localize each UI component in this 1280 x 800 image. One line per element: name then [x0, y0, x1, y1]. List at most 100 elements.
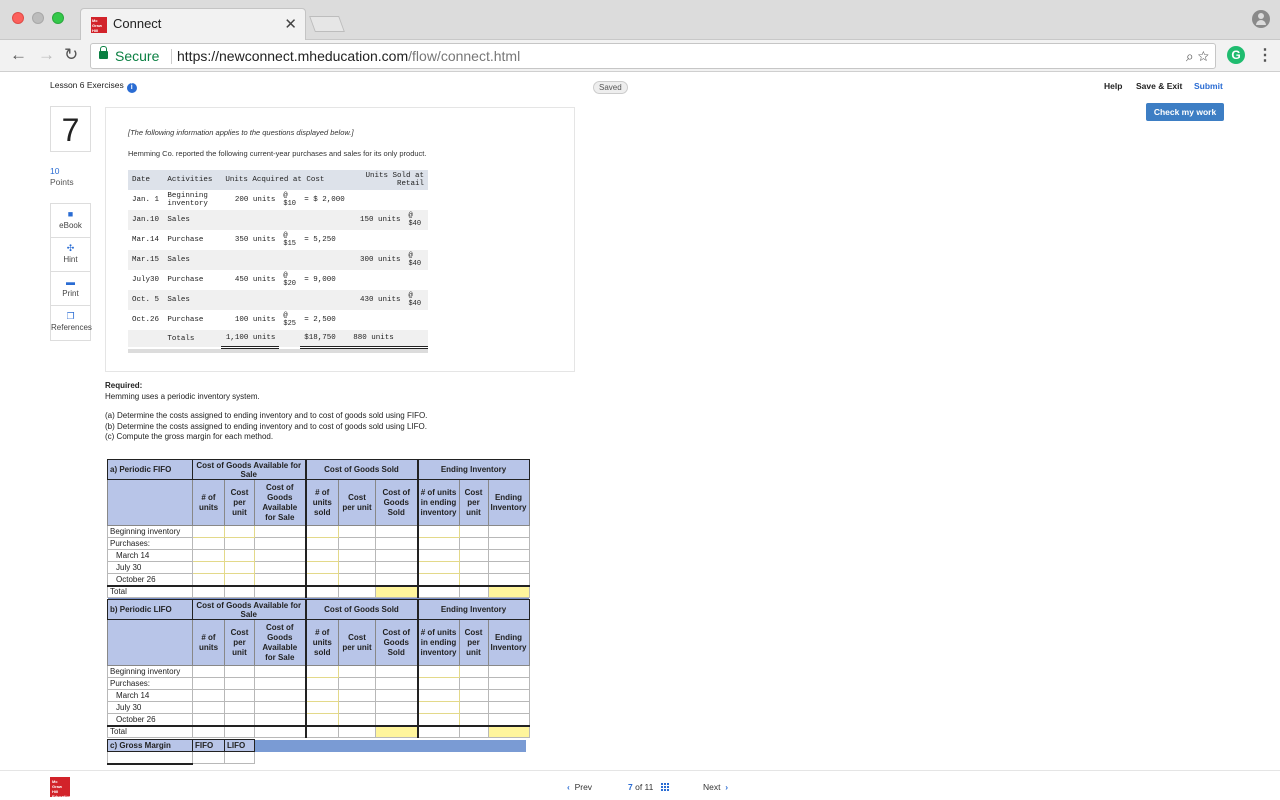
- input-cell[interactable]: [224, 725, 255, 738]
- input-cell[interactable]: [192, 689, 225, 702]
- browser-menu-icon[interactable]: ⋮: [1257, 45, 1273, 65]
- input-cell[interactable]: [192, 561, 225, 574]
- input-cell[interactable]: [375, 701, 418, 714]
- input-cell[interactable]: [338, 665, 376, 678]
- input-cell[interactable]: [416, 573, 460, 587]
- input-cell[interactable]: [224, 665, 255, 678]
- input-cell[interactable]: [192, 585, 225, 598]
- input-cell[interactable]: [338, 549, 376, 562]
- fifo-gross-margin-input[interactable]: [192, 751, 225, 764]
- scroll-bar[interactable]: [128, 349, 428, 353]
- input-cell[interactable]: [224, 713, 255, 727]
- input-cell[interactable]: [338, 585, 376, 598]
- input-cell[interactable]: [375, 525, 418, 538]
- input-cell[interactable]: [375, 713, 418, 727]
- minimize-window-button[interactable]: [32, 12, 44, 24]
- help-link[interactable]: Help: [1104, 81, 1122, 91]
- input-cell[interactable]: [192, 525, 225, 538]
- input-cell[interactable]: [416, 713, 460, 727]
- input-cell[interactable]: [338, 689, 376, 702]
- input-cell[interactable]: [458, 561, 489, 574]
- address-bar[interactable]: Secure https://newconnect.mheducation.co…: [90, 43, 1216, 69]
- input-cell[interactable]: [192, 665, 225, 678]
- next-button[interactable]: Next ›: [703, 782, 728, 792]
- input-cell[interactable]: [375, 561, 418, 574]
- input-cell[interactable]: [487, 525, 530, 538]
- input-cell[interactable]: [192, 549, 225, 562]
- maximize-window-button[interactable]: [52, 12, 64, 24]
- input-cell[interactable]: [224, 689, 255, 702]
- input-cell[interactable]: [338, 573, 376, 587]
- references-button[interactable]: ❐ References: [51, 306, 92, 340]
- input-cell[interactable]: [304, 701, 339, 714]
- input-cell[interactable]: [304, 573, 339, 587]
- input-cell[interactable]: [416, 561, 460, 574]
- input-cell[interactable]: [416, 701, 460, 714]
- input-cell[interactable]: [416, 725, 460, 738]
- input-cell[interactable]: [224, 525, 255, 538]
- input-cell[interactable]: [416, 585, 460, 598]
- input-cell[interactable]: [458, 549, 489, 562]
- input-cell[interactable]: [304, 525, 339, 538]
- input-cell[interactable]: [304, 713, 339, 727]
- input-cell[interactable]: [416, 549, 460, 562]
- input-cell[interactable]: [254, 701, 306, 714]
- input-cell[interactable]: [375, 549, 418, 562]
- back-arrow-icon[interactable]: ←: [10, 45, 27, 65]
- input-cell[interactable]: [304, 561, 339, 574]
- prev-button[interactable]: ‹ Prev: [567, 782, 592, 792]
- input-cell[interactable]: [192, 701, 225, 714]
- input-cell[interactable]: [338, 701, 376, 714]
- input-cell[interactable]: [458, 689, 489, 702]
- input-cell[interactable]: [416, 525, 460, 538]
- input-cell[interactable]: [304, 725, 339, 738]
- input-cell[interactable]: [192, 713, 225, 727]
- print-button[interactable]: ▬ Print: [51, 272, 90, 306]
- page-indicator[interactable]: 7 of 11: [628, 782, 671, 792]
- input-cell[interactable]: [254, 561, 306, 574]
- input-cell[interactable]: [458, 701, 489, 714]
- input-cell[interactable]: [224, 701, 255, 714]
- input-cell[interactable]: [458, 713, 489, 727]
- input-cell[interactable]: [375, 689, 418, 702]
- input-cell[interactable]: [338, 525, 376, 538]
- input-cell[interactable]: [416, 665, 460, 678]
- input-cell[interactable]: [487, 549, 530, 562]
- input-cell[interactable]: [338, 561, 376, 574]
- input-cell[interactable]: [338, 713, 376, 727]
- total-ending-inventory-cell[interactable]: [487, 725, 530, 738]
- input-cell[interactable]: [416, 689, 460, 702]
- input-cell[interactable]: [375, 573, 418, 587]
- input-cell[interactable]: [224, 549, 255, 562]
- ebook-button[interactable]: ■ eBook: [51, 204, 90, 238]
- input-cell[interactable]: [458, 525, 489, 538]
- hint-button[interactable]: ✣ Hint: [51, 238, 90, 272]
- forward-arrow-icon[interactable]: →: [38, 45, 55, 65]
- close-window-button[interactable]: [12, 12, 24, 24]
- input-cell[interactable]: [254, 549, 306, 562]
- input-cell[interactable]: [487, 701, 530, 714]
- input-cell[interactable]: [458, 585, 489, 598]
- total-cogs-cell[interactable]: [375, 725, 418, 738]
- input-cell[interactable]: [224, 585, 255, 598]
- input-cell[interactable]: [224, 561, 255, 574]
- input-cell[interactable]: [487, 713, 530, 727]
- input-cell[interactable]: [487, 573, 530, 587]
- input-cell[interactable]: [254, 689, 306, 702]
- info-icon[interactable]: i: [126, 83, 137, 93]
- input-cell[interactable]: [304, 585, 339, 598]
- save-exit-link[interactable]: Save & Exit: [1136, 81, 1182, 91]
- input-cell[interactable]: [254, 585, 306, 598]
- input-cell[interactable]: [338, 725, 376, 738]
- input-cell[interactable]: [458, 665, 489, 678]
- tab-close-icon[interactable]: ✕: [284, 15, 297, 33]
- input-cell[interactable]: [192, 573, 225, 587]
- input-cell[interactable]: [224, 573, 255, 587]
- input-cell[interactable]: [254, 573, 306, 587]
- lifo-gross-margin-input[interactable]: [224, 751, 255, 764]
- input-cell[interactable]: [487, 689, 530, 702]
- profile-icon[interactable]: [1252, 10, 1270, 28]
- grammarly-extension-icon[interactable]: G: [1227, 46, 1245, 64]
- input-cell[interactable]: [254, 525, 306, 538]
- submit-link[interactable]: Submit: [1194, 81, 1223, 91]
